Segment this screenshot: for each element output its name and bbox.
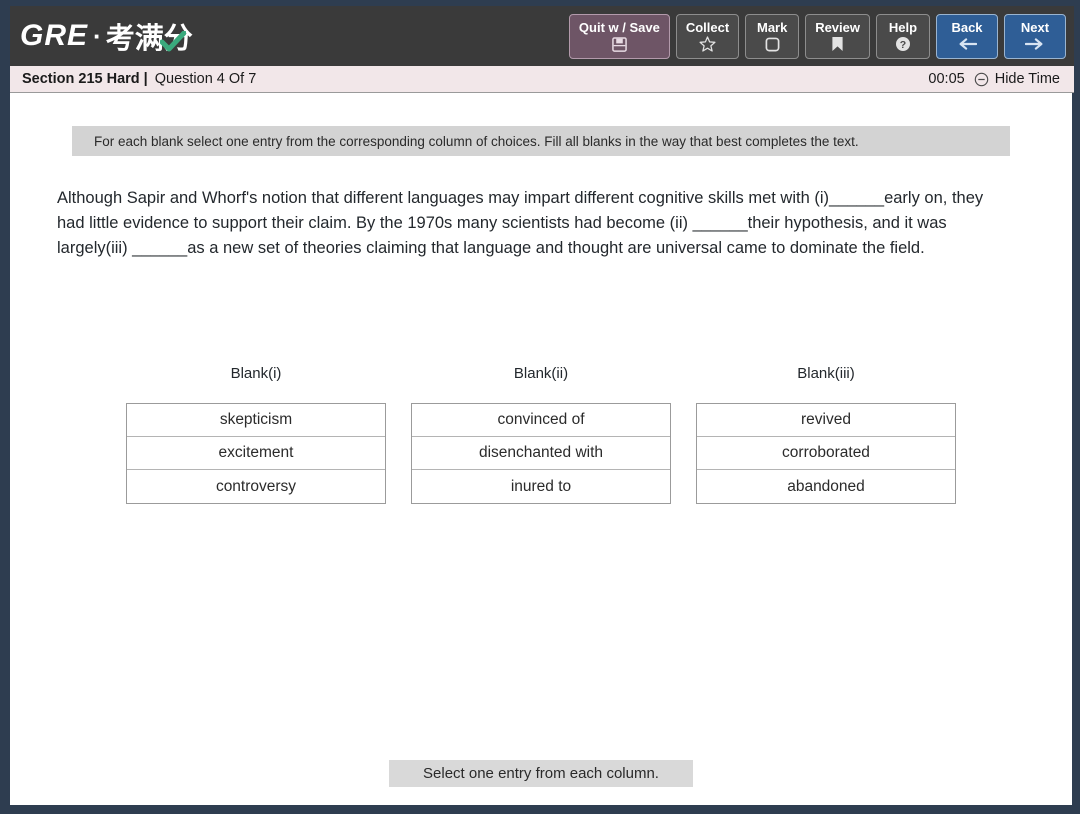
square-checkbox-icon	[765, 36, 780, 53]
blank-columns-container: Blank(i) skepticism excitement controver…	[10, 365, 1072, 504]
mark-label: Mark	[757, 19, 788, 35]
review-button[interactable]: Review	[805, 14, 870, 59]
review-label: Review	[815, 19, 860, 35]
footer-hint-text: Select one entry from each column.	[389, 760, 693, 787]
blank-i-heading: Blank(i)	[230, 365, 282, 382]
brand-gre-text: GRE	[20, 19, 89, 52]
blank-ii-heading: Blank(ii)	[513, 365, 569, 382]
blank-iii-option-list: revived corroborated abandoned	[696, 403, 956, 504]
section-name: Section 215 Hard	[22, 71, 140, 87]
arrow-left-icon	[957, 36, 977, 53]
question-circle-icon: ?	[895, 36, 911, 53]
blank-column-iii: Blank(iii) revived corroborated abandone…	[696, 365, 956, 504]
blank-i-option-list: skepticism excitement controversy	[126, 403, 386, 504]
help-label: Help	[888, 19, 918, 35]
toolbar-button-group: Quit w / Save Collect Mark Review Help ?…	[568, 14, 1066, 59]
passage-text: Although Sapir and Whorf's notion that d…	[57, 189, 984, 257]
back-button[interactable]: Back	[936, 14, 998, 59]
blank-ii-option-2[interactable]: disenchanted with	[412, 437, 670, 470]
svg-text:?: ?	[900, 39, 906, 51]
star-icon	[699, 36, 716, 53]
blank-iii-option-2[interactable]: corroborated	[697, 437, 955, 470]
help-button[interactable]: Help ?	[876, 14, 930, 59]
directions-bar: For each blank select one entry from the…	[72, 126, 1010, 156]
question-counter: Question 4 Of 7	[154, 71, 257, 87]
footer-hint-bar: Select one entry from each column.	[10, 760, 1072, 787]
next-button[interactable]: Next	[1004, 14, 1066, 59]
brand-logo: GRE · 考满分	[20, 15, 193, 57]
blank-ii-option-list: convinced of disenchanted with inured to	[411, 403, 671, 504]
bookmark-icon	[831, 36, 844, 53]
hide-time-label: Hide Time	[994, 71, 1060, 87]
timer-display: 00:05	[928, 71, 965, 87]
collect-label: Collect	[685, 19, 730, 35]
blank-i-option-3[interactable]: controversy	[127, 470, 385, 503]
blank-i-option-2[interactable]: excitement	[127, 437, 385, 470]
back-label: Back	[951, 19, 983, 35]
save-floppy-icon	[612, 36, 627, 53]
next-label: Next	[1020, 19, 1050, 35]
quit-with-save-label: Quit w / Save	[578, 19, 660, 35]
gre-test-window: GRE · 考满分 Quit w / Save Collect Mark Rev…	[0, 0, 1080, 814]
minus-circle-icon	[974, 72, 989, 87]
directions-text: For each blank select one entry from the…	[94, 133, 859, 149]
mark-button[interactable]: Mark	[745, 14, 800, 59]
blank-column-ii: Blank(ii) convinced of disenchanted with…	[411, 365, 671, 504]
status-left-group: Section 215 Hard | Question 4 Of 7	[22, 71, 256, 87]
blank-iii-heading: Blank(iii)	[797, 365, 855, 382]
blank-column-i: Blank(i) skepticism excitement controver…	[126, 365, 386, 504]
blank-i-option-1[interactable]: skepticism	[127, 404, 385, 437]
top-toolbar: GRE · 考满分 Quit w / Save Collect Mark Rev…	[10, 6, 1074, 66]
quit-with-save-button[interactable]: Quit w / Save	[568, 14, 670, 59]
hide-time-button[interactable]: Hide Time	[974, 71, 1060, 87]
brand-chinese-text: 考满分	[105, 21, 193, 55]
status-right-group: 00:05 Hide Time	[928, 71, 1060, 87]
blank-iii-option-1[interactable]: revived	[697, 404, 955, 437]
blank-iii-option-3[interactable]: abandoned	[697, 470, 955, 503]
section-status-bar: Section 215 Hard | Question 4 Of 7 00:05…	[10, 66, 1074, 93]
brand-separator: ·	[93, 20, 102, 51]
collect-button[interactable]: Collect	[675, 14, 740, 59]
arrow-right-icon	[1025, 36, 1045, 53]
blank-ii-option-1[interactable]: convinced of	[412, 404, 670, 437]
blank-ii-option-3[interactable]: inured to	[412, 470, 670, 503]
question-page: For each blank select one entry from the…	[10, 93, 1072, 805]
status-divider: |	[143, 71, 148, 87]
